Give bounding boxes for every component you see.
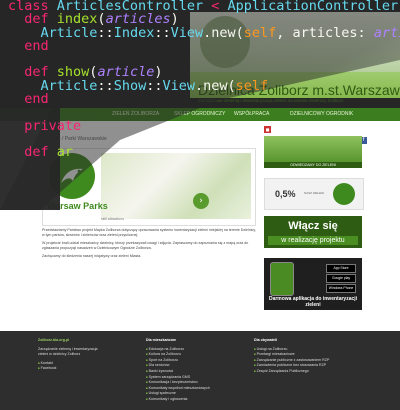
percent-widget[interactable]: 0,5% NASZ ZIELENI — [264, 178, 364, 210]
windows-phone-badge[interactable]: Windows Phone — [326, 284, 356, 293]
google-play-badge[interactable]: Google play — [326, 274, 356, 283]
bird-icon — [61, 168, 83, 183]
join-subtitle: w realizację projektu — [268, 236, 358, 245]
tree-icon — [333, 183, 355, 205]
footer-link[interactable]: Facebook — [38, 366, 108, 372]
footer-col3-heading: Dla obywateli — [254, 338, 277, 342]
join-title: Włącz się — [288, 220, 338, 232]
intro-paragraph-2: W projekcie brali udział mieszkańcy dzie… — [42, 241, 249, 250]
footer-col-3: Dla obywateli Usługi na Żoliborzu Przeta… — [254, 338, 364, 375]
map-preview-image — [101, 153, 251, 219]
next-arrow-icon[interactable]: › — [193, 193, 209, 209]
percent-caption: NASZ ZIELENI — [304, 191, 325, 195]
footer-col1-text: Zarządzanie zielenią i inwentaryzacja zi… — [38, 346, 98, 357]
phone-image — [270, 262, 294, 296]
hero-brand-sub: skill attractions — [101, 217, 124, 221]
intro-paragraph-3: Zachęcamy do śledzenia naszej inicjatywy… — [42, 254, 142, 258]
hero-brand: Warsaw Parks — [47, 201, 108, 211]
join-banner[interactable]: Włącz się w realizację projektu — [264, 216, 362, 248]
footer-link[interactable]: Komunikaty i ogłoszenia — [146, 397, 246, 403]
footer-col1-heading[interactable]: Zoliborz.bia.org.pl — [38, 338, 108, 344]
footer-col-2: Dla mieszkańców Edukacja na Żoliborzu Ku… — [146, 338, 246, 403]
code-line: def ar — [24, 144, 74, 161]
code-line: end — [24, 37, 49, 54]
code-line: end — [24, 91, 49, 108]
app-store-badge[interactable]: App Store — [326, 264, 356, 273]
code-line: private — [24, 117, 82, 134]
app-caption: Darmowa aplikacja do inwentaryzacji ziel… — [268, 296, 358, 308]
hero-banner[interactable]: Warsaw Parks skill attractions › — [42, 148, 256, 226]
footer-col-1: Zoliborz.bia.org.pl Zarządzanie zielenią… — [38, 338, 108, 372]
intro-paragraph-1: Przedstawiamy Państwu projekt Mapka Żoli… — [42, 228, 256, 237]
app-promo[interactable]: App Store Google play Windows Phone Darm… — [264, 258, 362, 310]
footer-link[interactable]: Zespół Zarządzania Publicznego — [254, 369, 364, 375]
percent-value: 0,5% — [275, 189, 296, 199]
code-line: Article::Index::View.new(self, articles:… — [40, 24, 400, 41]
ruby-code-editor[interactable]: class ArticlesController < ApplicationCo… — [8, 0, 400, 160]
code-line: Article::Show::View.new(self — [40, 77, 269, 94]
sidebar-green-banner-label: ODWIEDZAMY DO ZIELENI — [264, 162, 362, 168]
footer-col2-heading: Dla mieszkańców — [146, 338, 176, 342]
